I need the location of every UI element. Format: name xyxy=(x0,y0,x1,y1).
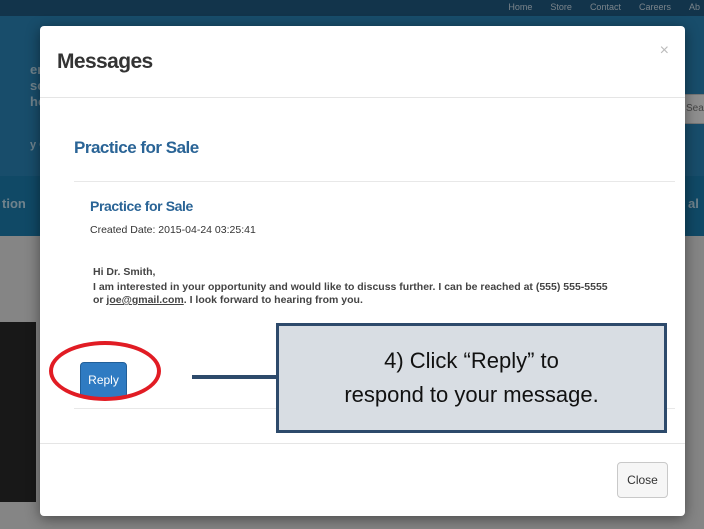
message-subject: Practice for Sale xyxy=(90,198,193,214)
messages-modal: Messages × Practice for Sale Practice fo… xyxy=(40,26,685,516)
message-body: I am interested in your opportunity and … xyxy=(93,281,613,307)
reply-highlight-ellipse xyxy=(49,341,161,401)
modal-header: Messages × xyxy=(40,26,685,98)
message-created-date: Created Date: 2015-04-24 03:25:41 xyxy=(90,224,256,236)
instruction-callout: 4) Click “Reply” to respond to your mess… xyxy=(276,323,667,433)
email-link[interactable]: joe@gmail.com xyxy=(106,294,183,306)
message-body-text: . I look forward to hearing from you. xyxy=(183,294,363,306)
message-greeting: Hi Dr. Smith, xyxy=(93,266,156,278)
callout-line-2: respond to your message. xyxy=(344,382,599,407)
callout-connector-line xyxy=(192,375,280,379)
modal-title: Messages xyxy=(57,50,153,73)
callout-line-1: 4) Click “Reply” to xyxy=(384,348,559,373)
close-button[interactable]: Close xyxy=(617,462,668,498)
modal-footer: Close xyxy=(40,443,685,517)
section-title: Practice for Sale xyxy=(74,138,199,157)
close-icon[interactable]: × xyxy=(660,42,669,60)
